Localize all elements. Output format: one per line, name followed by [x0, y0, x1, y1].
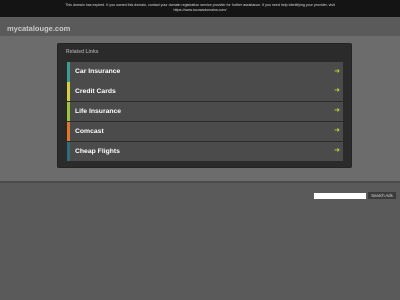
related-link-comcast[interactable]: Comcast ➜	[67, 121, 343, 142]
arrow-right-icon: ➜	[334, 147, 340, 155]
link-label: Credit Cards	[75, 88, 116, 96]
related-link-car-insurance[interactable]: Car Insurance ➜	[67, 62, 343, 82]
search-ads-button[interactable]: Search Ads	[368, 192, 396, 199]
link-label: Car Insurance	[75, 68, 121, 76]
notice-link[interactable]: https://www.tucowsdomains.com/	[0, 8, 400, 13]
related-link-life-insurance[interactable]: Life Insurance ➜	[67, 101, 343, 122]
link-label: Life Insurance	[75, 108, 122, 116]
related-link-cheap-flights[interactable]: Cheap Flights ➜	[67, 141, 343, 162]
search-bar: Search Ads	[314, 192, 396, 199]
related-link-credit-cards[interactable]: Credit Cards ➜	[67, 81, 343, 102]
arrow-right-icon: ➜	[334, 87, 340, 95]
related-links-list: Car Insurance ➜ Credit Cards ➜ Life Insu…	[67, 62, 343, 162]
link-label: Comcast	[75, 127, 104, 135]
related-links-panel: Related Links Car Insurance ➜ Credit Car…	[57, 43, 352, 168]
content-frame: Related Links Car Insurance ➜ Credit Car…	[0, 36, 400, 183]
domain-name: mycatalouge.com	[7, 24, 71, 33]
panel-title: Related Links	[66, 49, 99, 55]
arrow-right-icon: ➜	[334, 127, 340, 135]
link-label: Cheap Flights	[75, 147, 120, 155]
search-input[interactable]	[314, 192, 366, 199]
arrow-right-icon: ➜	[334, 107, 340, 115]
expired-notice-bar: This domain has expired. If you owned th…	[0, 0, 400, 17]
arrow-right-icon: ➜	[334, 67, 340, 75]
